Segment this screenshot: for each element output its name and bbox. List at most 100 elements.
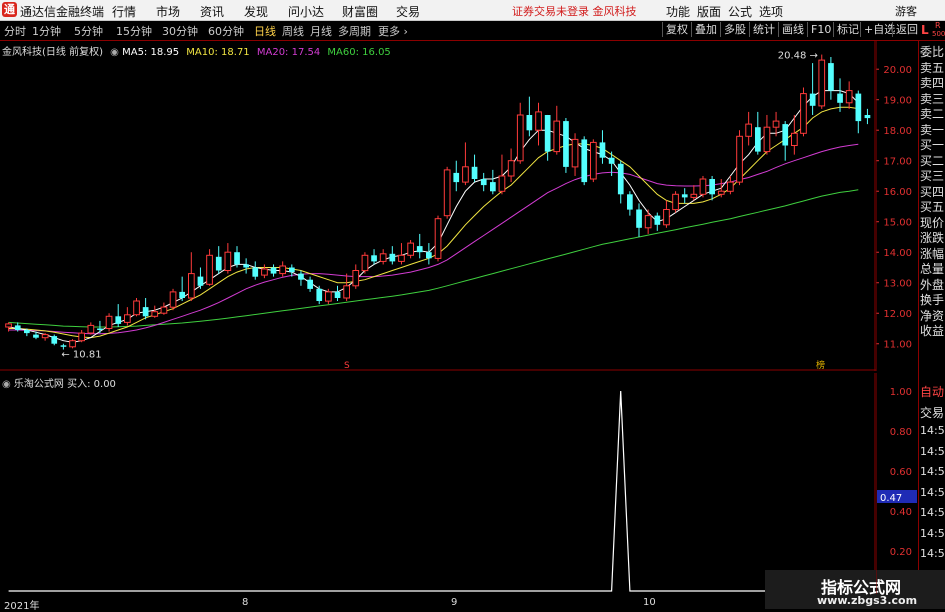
btn-f10[interactable]: F10 (807, 22, 834, 37)
price-tick-label: 11.00 (883, 340, 912, 351)
candle-body (818, 59, 826, 107)
indicator-title: 乐淘公式网 买入: 0.00 (13, 379, 116, 390)
btn-back[interactable]: 返回 (892, 22, 921, 37)
candle-body (498, 175, 506, 192)
candle-body (599, 142, 606, 158)
candle-body (279, 265, 286, 275)
sidebar-field-3: 卖四 (920, 76, 945, 90)
period-multi[interactable]: 多周期 (338, 23, 371, 39)
menu-trade[interactable]: 交易 (396, 3, 420, 20)
candle-body (325, 291, 332, 302)
candle-body (800, 93, 807, 134)
candle-body (855, 93, 862, 122)
sidebar-time-7: 14:56 (920, 526, 945, 540)
period-60min[interactable]: 60分钟 (208, 23, 244, 39)
high-price-label: 20.48 → (778, 51, 818, 62)
sidebar-auto-trade-0: 自动 (920, 385, 945, 399)
indicator-chart[interactable] (0, 373, 876, 594)
period-1min[interactable]: 1分钟 (32, 23, 61, 39)
price-tick-label: 15.00 (883, 218, 912, 229)
btn-overlay[interactable]: 叠加 (691, 22, 720, 37)
price-tick-label: 17.00 (883, 157, 912, 168)
indicator-settings-icon[interactable]: ◉ (2, 379, 11, 390)
menu-ask[interactable]: 问小达 (288, 3, 324, 20)
menu-function[interactable]: 功能 (666, 3, 690, 20)
guest-label[interactable]: 游客 (895, 3, 917, 19)
candle-body (371, 255, 377, 262)
candle-body (434, 218, 442, 259)
period-15min[interactable]: 15分钟 (116, 23, 152, 39)
level-r-badge[interactable]: L R 500 (918, 21, 945, 40)
period-weekly[interactable]: 周线 (282, 23, 304, 39)
sidebar-field-9: 买三 (920, 169, 945, 183)
btn-draw[interactable]: 画线 (778, 22, 807, 37)
chart-bg (0, 41, 876, 371)
indicator-axis: 1.00 0.80 0.60 0.40 0.20 0.47 (876, 373, 917, 594)
watermark-url: www.zbgs3.com (817, 594, 918, 607)
menu-layout[interactable]: 版面 (697, 3, 721, 20)
menu-market[interactable]: 市场 (156, 3, 180, 20)
candle-body (590, 141, 597, 180)
candle-body (361, 254, 369, 272)
menu-news[interactable]: 资讯 (200, 3, 224, 20)
sidebar-time-6: 14:56 (920, 506, 945, 519)
period-more[interactable]: 更多 › (378, 23, 408, 39)
btn-stats[interactable]: 统计 (749, 22, 778, 37)
menu-formula[interactable]: 公式 (728, 3, 752, 20)
period-timeshare[interactable]: 分时 (4, 23, 26, 39)
sidebar-time-3: 14:56 (920, 444, 945, 458)
quote-sidebar: L 委比卖五卖四卖三卖二卖一买一买二买三买四买五现价涨跌涨幅总量外盘换手净资收益自… (918, 22, 945, 609)
sidebar-field-17: 换手 (920, 293, 945, 307)
candle-body (243, 264, 249, 268)
indicator-tick-label: 0.80 (890, 427, 912, 438)
btn-multi-stock[interactable]: 多股 (720, 22, 749, 37)
sidebar-time-5: 14:56 (920, 485, 945, 499)
sidebar-field-5: 卖二 (920, 107, 945, 121)
candle-body (343, 285, 350, 299)
candlestick-chart[interactable]: 20.48 → ← 10.81 S 榜 (0, 41, 876, 371)
candle-body (453, 172, 460, 183)
low-price-label: ← 10.81 (61, 350, 101, 361)
candle-body (526, 115, 533, 131)
indicator-bg (0, 373, 876, 594)
sidebar-field-18: 净资 (920, 308, 945, 323)
time-label-aug: 8 (242, 597, 249, 608)
ma20-label: MA20: 17.54 (256, 47, 321, 58)
menu-discover[interactable]: 发现 (244, 3, 268, 20)
candle-body (334, 291, 341, 298)
period-daily[interactable]: 日线 (254, 23, 276, 39)
candle-body (188, 273, 195, 299)
candle-body (105, 315, 113, 329)
candle-body (663, 209, 670, 226)
trade-login-notice[interactable]: 证券交易未登录 金风科技 (512, 3, 637, 19)
candle-body (41, 334, 49, 339)
candle-body (224, 251, 232, 271)
period-toolbar: 分时 1分钟 5分钟 15分钟 30分钟 60分钟 日线 周线 月线 多周期 更… (0, 21, 945, 41)
candle-body (745, 123, 752, 137)
candle-body (736, 135, 743, 183)
period-30min[interactable]: 30分钟 (162, 23, 198, 39)
period-monthly[interactable]: 月线 (310, 23, 332, 39)
candle-body (352, 270, 360, 287)
candle-body (215, 256, 222, 271)
sidebar-field-6: 卖一 (920, 122, 945, 137)
btn-mark[interactable]: 标记 (833, 22, 862, 37)
level-num: 500 (932, 30, 945, 38)
price-tick-label: 14.00 (883, 248, 912, 259)
menu-wealth[interactable]: 财富圈 (342, 3, 378, 20)
candle-body (87, 324, 95, 334)
candle-body (763, 126, 771, 153)
candle-body (507, 160, 515, 177)
menu-options[interactable]: 选项 (759, 3, 783, 20)
candle-body (782, 124, 789, 146)
ma60-label: MA60: 16.05 (327, 47, 391, 58)
menu-quotes[interactable]: 行情 (112, 3, 136, 20)
candle-body (864, 115, 871, 119)
settings-icon[interactable]: ◉ (110, 47, 119, 58)
ma10-label: MA10: 18.71 (186, 47, 250, 58)
sidebar-field-14: 涨幅 (920, 246, 945, 261)
period-5min[interactable]: 5分钟 (74, 23, 103, 39)
sidebar-time-8: 14:56 (920, 547, 945, 560)
btn-adjust[interactable]: 复权 (662, 22, 691, 37)
sidebar-field-16: 外盘 (920, 277, 945, 292)
